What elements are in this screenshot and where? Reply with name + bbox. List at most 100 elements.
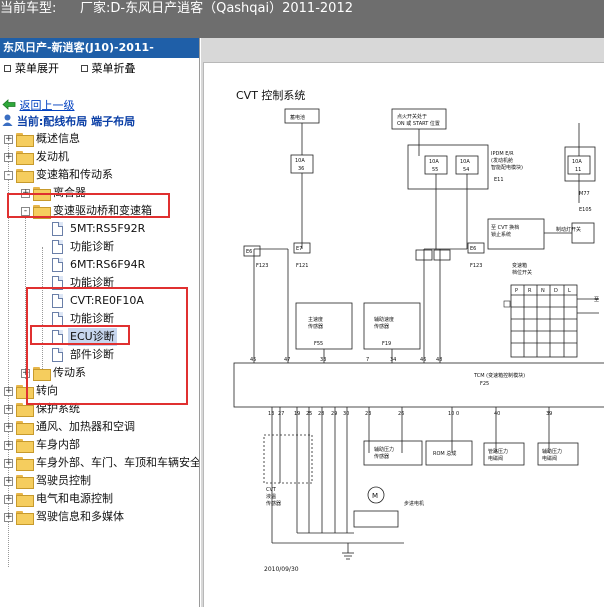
expand-toggle-icon[interactable]: + — [4, 135, 13, 144]
expand-icon — [4, 65, 11, 72]
conn-e7-label: E7 — [296, 246, 302, 252]
pin-25: 25 — [306, 411, 312, 417]
aux-pressure-sensor-1: 辅助压力 — [374, 446, 394, 453]
expand-all-button[interactable]: 菜单展开 — [4, 62, 59, 75]
back-link[interactable]: 返回上一级 — [20, 99, 75, 112]
conn-e11-label: E11 — [494, 177, 504, 183]
pin-34: 34 — [390, 357, 396, 363]
expand-toggle-icon[interactable]: + — [4, 441, 13, 450]
cvt-temp-sensor-2: 液温 — [266, 493, 276, 500]
current-location: 当前:配线布局 端子布局 — [2, 113, 135, 129]
pin-33: 33 — [320, 357, 326, 363]
brake-lamp-label: 制动灯开关 — [556, 226, 581, 233]
expand-toggle-icon[interactable]: + — [4, 405, 13, 414]
folder-icon — [16, 493, 34, 507]
conn-f121-label: F121 — [296, 263, 308, 269]
pin-29: 29 — [331, 411, 337, 417]
vehicle-title-bar: 当前车型: 厂家:D-东风日产逍客（Qashqai）2011-2012 — [0, 0, 604, 38]
shift-lock-label-1: 至 CVT 换档 — [491, 224, 519, 231]
expand-toggle-icon[interactable]: + — [4, 153, 13, 162]
folder-open-icon — [16, 169, 34, 183]
user-icon — [2, 114, 13, 126]
conn-e105-label: E105 — [579, 207, 592, 213]
ipdm-label-2: (发动机舱 — [491, 157, 513, 164]
ignition-label-1: 点火开关处于 — [397, 113, 427, 120]
line-pressure-solenoid-2: 电磁阀 — [488, 455, 503, 462]
pin-19: 19 — [294, 411, 300, 417]
expand-toggle-icon[interactable]: + — [4, 423, 13, 432]
fuse-11-rating: 10A — [572, 159, 582, 165]
diagram-title: CVT 控制系统 — [236, 88, 305, 102]
folder-icon — [16, 475, 34, 489]
document-icon — [52, 258, 63, 272]
pin-13: 13 — [268, 411, 274, 417]
pin-7: 7 — [366, 357, 369, 363]
aux-pressure-solenoid-1: 辅助压力 — [542, 448, 562, 455]
diagram-date: 2010/09/30 — [264, 566, 299, 573]
range-pos-d: D — [554, 288, 558, 294]
collapse-icon — [80, 65, 88, 72]
expand-toggle-icon[interactable]: + — [4, 495, 13, 504]
line-pressure-solenoid-1: 管路压力 — [488, 448, 508, 455]
pin-48: 48 — [436, 357, 442, 363]
highlight-box-cvt — [26, 287, 188, 405]
step-motor-label: 步进电机 — [404, 500, 424, 507]
aux-pressure-sensor-2: 传感器 — [374, 453, 389, 460]
range-pos-p: P — [515, 288, 518, 294]
conn-m77-label: M77 — [579, 191, 590, 197]
range-pos-l: L — [568, 288, 571, 294]
back-link-row: 返回上一级 — [2, 97, 75, 113]
folder-icon — [16, 511, 34, 525]
highlight-box-ecu — [30, 325, 130, 345]
pin-39: 39 — [546, 411, 552, 417]
expand-toggle-icon[interactable]: + — [4, 477, 13, 486]
pin-45: 45 — [250, 357, 256, 363]
document-icon — [52, 222, 63, 236]
cvt-temp-sensor-3: 传感器 — [266, 500, 281, 507]
highlight-box-transaxle — [7, 193, 170, 218]
conn-f123-right-label: F123 — [470, 263, 482, 269]
vehicle-title-value: 厂家:D-东风日产逍客（Qashqai）2011-2012 — [80, 1, 353, 16]
document-icon — [52, 240, 63, 254]
sidebar-header: 东风日产-新逍客(J10)-2011- — [0, 38, 199, 58]
shift-lock-label-2: 锁止系统 — [491, 231, 511, 238]
tcm-label: TCM (变速箱控制模块) — [473, 372, 525, 379]
sidebar-toolbar: 菜单展开 菜单折叠 — [0, 58, 199, 80]
collapse-all-button[interactable]: 菜单折叠 — [80, 62, 136, 75]
pin-40: 40 — [494, 411, 500, 417]
expand-toggle-icon[interactable]: + — [4, 513, 13, 522]
secondary-speed-sensor-2: 传感器 — [374, 323, 389, 330]
folder-icon — [16, 421, 34, 435]
collapse-toggle-icon[interactable]: - — [4, 171, 13, 180]
ignition-label-2: ON 或 START 位置 — [397, 120, 440, 127]
expand-toggle-icon[interactable]: + — [4, 387, 13, 396]
fuse-36-rating: 10A — [295, 158, 305, 164]
expand-toggle-icon[interactable]: + — [4, 459, 13, 468]
conn-f123-label: F123 — [256, 263, 268, 269]
rom-assembly-label: ROM 总成 — [433, 450, 456, 457]
pin-23: 23 — [365, 411, 371, 417]
folder-icon — [16, 151, 34, 165]
tcm-conn: F25 — [480, 381, 489, 387]
fuse-11-number: 11 — [575, 167, 581, 173]
fuse-54-number: 54 — [463, 167, 469, 173]
pin-46: 46 — [420, 357, 426, 363]
cvt-temp-sensor-1: CVT — [266, 487, 277, 493]
sidebar: 东风日产-新逍客(J10)-2011- 菜单展开 菜单折叠 返回上一级 当前:配… — [0, 38, 200, 607]
cvt-wiring-diagram: CVT 控制系统 蓄电池 点火开关处于 ON 或 START 位置 IPDM E… — [233, 88, 604, 573]
range-pos-n: N — [541, 288, 545, 294]
aux-pressure-solenoid-2: 电磁阀 — [542, 455, 557, 462]
battery-label: 蓄电池 — [290, 114, 305, 121]
range-switch-label-1: 变速箱 — [512, 262, 527, 269]
fuse-36-number: 36 — [298, 166, 304, 172]
conn-e6-label: E6 — [246, 249, 252, 255]
range-switch-label-2: 档位开关 — [512, 269, 532, 276]
folder-icon — [16, 439, 34, 453]
range-pos-r: R — [528, 288, 532, 294]
fuse-55-rating: 10A — [429, 159, 439, 165]
wiring-diagram-page: CVT 控制系统 蓄电池 点火开关处于 ON 或 START 位置 IPDM E… — [203, 62, 604, 607]
back-arrow-icon — [2, 99, 16, 110]
fuse-55-number: 55 — [432, 167, 438, 173]
current-location-text: 当前:配线布局 端子布局 — [16, 115, 136, 128]
pin-0: 0 — [456, 411, 459, 417]
